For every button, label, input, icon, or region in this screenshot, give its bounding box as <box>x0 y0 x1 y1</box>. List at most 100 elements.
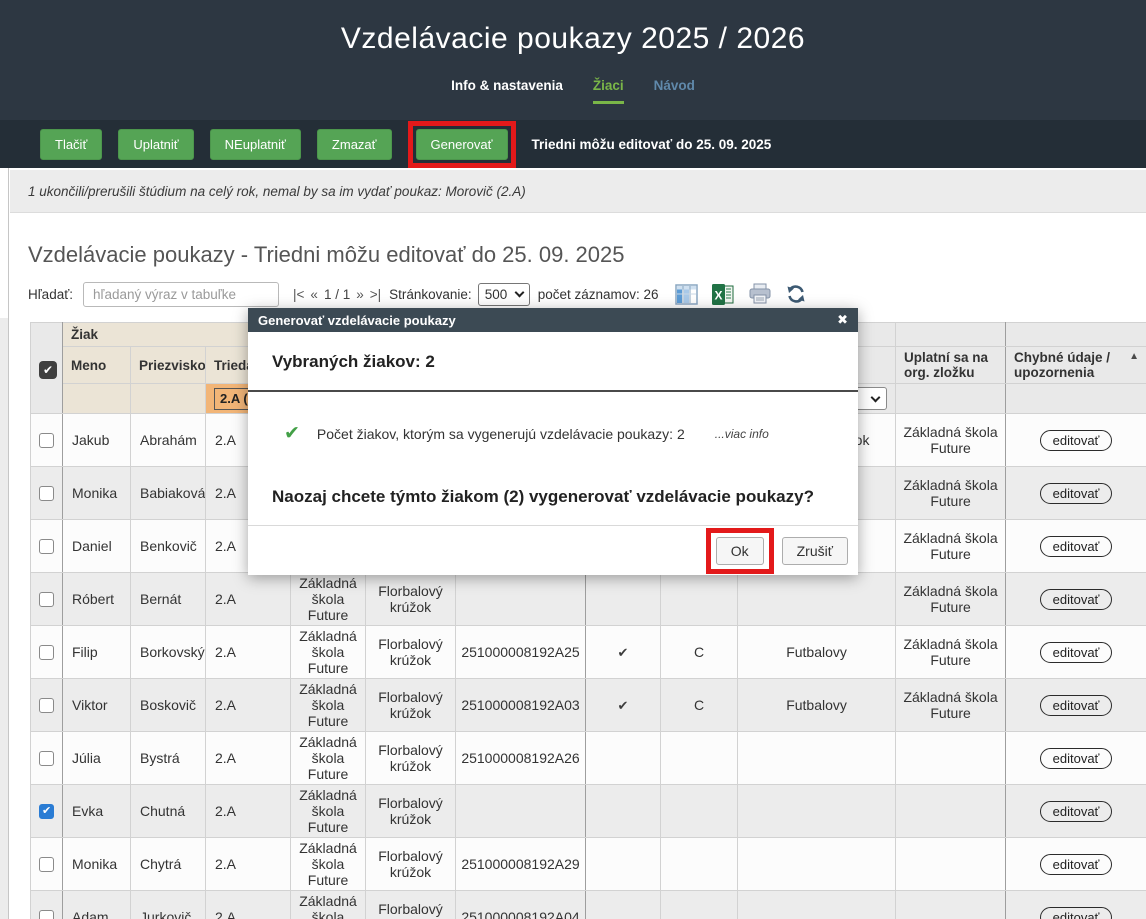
edit-button[interactable]: editovať <box>1040 695 1113 716</box>
excel-export-icon[interactable]: X <box>712 284 734 305</box>
more-info-link[interactable]: ...viac info <box>715 427 769 441</box>
cell-chybne: editovať <box>1006 732 1146 785</box>
cell-vydany: ✔ <box>586 626 661 679</box>
row-checkbox[interactable] <box>39 592 54 607</box>
cell-typ <box>661 732 738 785</box>
cell-chybne: editovať <box>1006 414 1146 467</box>
cancel-button[interactable]: Zrušiť <box>782 537 848 565</box>
issued-check-icon: ✔ <box>618 645 629 660</box>
cell-futbal: Futbalovy <box>738 626 896 679</box>
sort-asc-icon[interactable]: ▲ <box>1129 351 1139 362</box>
cell-kruzok: Florbalový krúžok <box>366 838 456 891</box>
row-checkbox[interactable] <box>39 433 54 448</box>
close-icon[interactable]: ✖ <box>837 312 848 328</box>
column-header-label: Chybné údaje / upozornenia <box>1014 350 1110 380</box>
cell-skola: Základná škola Future <box>291 785 366 838</box>
cell-vydany <box>586 732 661 785</box>
cell-kruzok: Florbalový krúžok <box>366 679 456 732</box>
annotation-box-generovat: Generovať <box>408 121 516 168</box>
cell-meno: Daniel <box>63 520 131 573</box>
edit-button[interactable]: editovať <box>1040 483 1113 504</box>
ok-button[interactable]: Ok <box>716 537 764 565</box>
cell-trieda: 2.A <box>206 732 291 785</box>
row-checkbox[interactable] <box>39 539 54 554</box>
cell-priezvisko: Jurkovič <box>131 891 206 919</box>
row-checkbox[interactable] <box>39 645 54 660</box>
cell-skola: Základná škola Future <box>291 838 366 891</box>
cell-kruzok: Florbalový krúžok <box>366 732 456 785</box>
cell-kruzok: Florbalový krúžok <box>366 785 456 838</box>
edit-button[interactable]: editovať <box>1040 642 1113 663</box>
cell-trieda: 2.A <box>206 838 291 891</box>
table-row: FilipBorkovský2.AZákladná škola FutureFl… <box>31 626 1146 679</box>
cell-preukaz: 251000008192A03 <box>456 679 586 732</box>
columns-icon[interactable] <box>675 284 698 305</box>
cell-futbal: Futbalovy <box>738 679 896 732</box>
cell-org: Základná škola Future <box>896 626 1006 679</box>
row-checkbox[interactable] <box>39 698 54 713</box>
edit-button[interactable]: editovať <box>1040 748 1113 769</box>
row-checkbox[interactable] <box>39 804 54 819</box>
cell-org <box>896 785 1006 838</box>
cell-org <box>896 732 1006 785</box>
cell-preukaz: 251000008192A26 <box>456 732 586 785</box>
cell-org: Základná škola Future <box>896 679 1006 732</box>
cell-meno: Jakub <box>63 414 131 467</box>
svg-text:X: X <box>714 288 722 302</box>
tab-ziaci[interactable]: Žiaci <box>593 78 624 104</box>
generate-button[interactable]: Generovať <box>416 129 508 160</box>
cell-meno: Monika <box>63 467 131 520</box>
pager-current-page: 1 / 1 <box>324 287 350 302</box>
page-size-select[interactable]: 500 <box>478 283 530 306</box>
delete-button[interactable]: Zmazať <box>317 129 392 160</box>
tab-navod[interactable]: Návod <box>654 78 695 104</box>
print-icon[interactable] <box>748 283 772 305</box>
cell-futbal <box>738 785 896 838</box>
row-checkbox[interactable] <box>39 486 54 501</box>
column-header-meno[interactable]: Meno <box>63 347 131 384</box>
row-checkbox[interactable] <box>39 857 54 872</box>
chevron-down-icon <box>514 288 524 298</box>
cell-typ <box>661 785 738 838</box>
select-all-checkbox[interactable]: ✔ <box>39 361 57 379</box>
edit-button[interactable]: editovať <box>1040 589 1113 610</box>
refresh-icon[interactable] <box>786 284 806 304</box>
cell-trieda: 2.A <box>206 573 291 626</box>
edit-button[interactable]: editovať <box>1040 907 1113 919</box>
tab-info-nastavenia[interactable]: Info & nastavenia <box>451 78 563 104</box>
column-header-org-zlozka[interactable]: Uplatní sa na org. zložku <box>896 347 1006 384</box>
column-header-priezvisko[interactable]: Priezvisko <box>131 347 206 384</box>
cell-chybne: editovať <box>1006 520 1146 573</box>
cell-chybne: editovať <box>1006 626 1146 679</box>
cell-typ: C <box>661 679 738 732</box>
filter-cell-empty <box>63 384 131 414</box>
confirmation-question: Naozaj chcete týmto žiakom (2) vygenerov… <box>272 487 834 507</box>
page-title: Vzdelávacie poukazy - Triedni môžu edito… <box>28 242 625 268</box>
cell-checkbox <box>31 626 63 679</box>
cell-meno: Róbert <box>63 573 131 626</box>
search-input[interactable] <box>83 282 279 307</box>
dialog-divider <box>248 390 858 392</box>
table-row: JúliaBystrá2.AZákladná škola FutureFlorb… <box>31 732 1146 785</box>
row-checkbox[interactable] <box>39 910 54 919</box>
edit-button[interactable]: editovať <box>1040 801 1113 822</box>
pager-prev-button[interactable]: « <box>310 287 318 302</box>
edit-deadline-note: Triedni môžu editovať do 25. 09. 2025 <box>532 137 772 152</box>
cell-preukaz: 251000008192A29 <box>456 838 586 891</box>
app-header: Vzdelávacie poukazy 2025 / 2026 Info & n… <box>0 0 1146 120</box>
column-header-chybne-udaje[interactable]: Chybné údaje / upozornenia ▲ <box>1006 347 1146 384</box>
unapply-button[interactable]: NEuplatniť <box>210 129 301 160</box>
row-checkbox[interactable] <box>39 751 54 766</box>
pager-last-button[interactable]: >| <box>370 287 381 302</box>
selected-count-text: Vybraných žiakov: 2 <box>248 332 858 390</box>
edit-button[interactable]: editovať <box>1040 536 1113 557</box>
edit-button[interactable]: editovať <box>1040 430 1113 451</box>
pager-first-button[interactable]: |< <box>293 287 304 302</box>
left-margin-strip <box>0 318 9 919</box>
pager-next-button[interactable]: » <box>356 287 364 302</box>
edit-button[interactable]: editovať <box>1040 854 1113 875</box>
print-vouchers-button[interactable]: Tlačiť <box>40 129 102 160</box>
apply-button[interactable]: Uplatniť <box>118 129 193 160</box>
cell-meno: Júlia <box>63 732 131 785</box>
cell-trieda: 2.A <box>206 679 291 732</box>
